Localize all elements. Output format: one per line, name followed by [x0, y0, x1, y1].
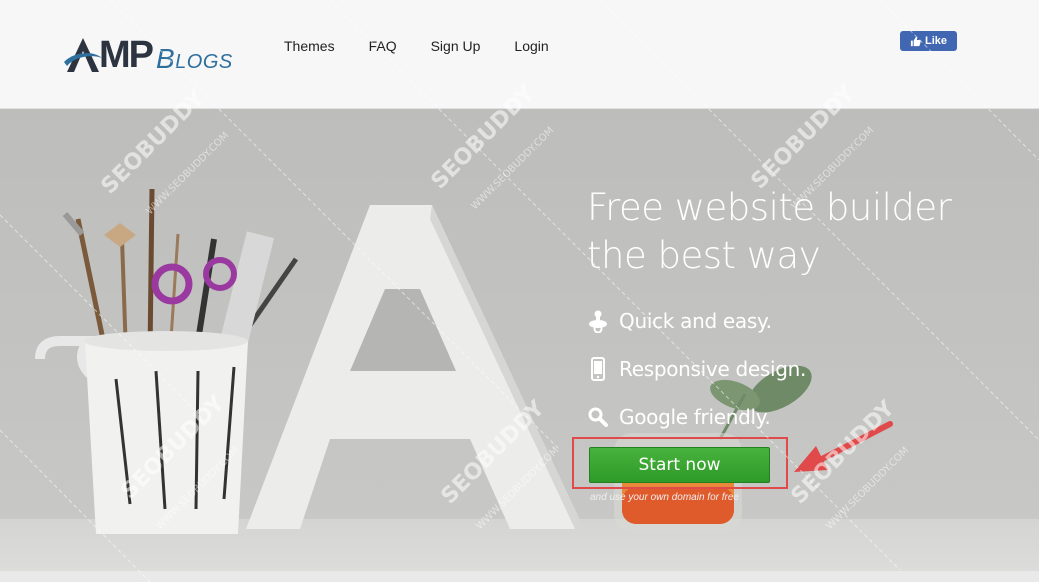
pacifier-icon: [585, 309, 611, 333]
logo-sub-text: Blogs: [156, 43, 233, 74]
wooden-letter-a-illustration: [246, 205, 584, 529]
facebook-like-label: Like: [924, 35, 947, 47]
main-nav: Themes FAQ Sign Up Login: [284, 38, 549, 54]
feature-label: Quick and easy.: [619, 309, 772, 333]
annotation-arrow-icon: [794, 421, 893, 472]
feature-label: Responsive design.: [619, 357, 807, 381]
nav-link-login[interactable]: Login: [514, 38, 548, 54]
feature-label: Google friendly.: [619, 405, 771, 429]
top-navigation-bar: MP Blogs Themes FAQ Sign Up Login Like: [0, 0, 1039, 109]
feature-item-responsive: Responsive design.: [585, 345, 806, 393]
facebook-like-button[interactable]: Like: [900, 31, 957, 51]
headline-line-1: Free website builder: [587, 186, 952, 229]
thumbs-up-icon: [910, 36, 921, 46]
start-now-button[interactable]: Start now: [589, 447, 770, 483]
page-bottom-strip: [0, 571, 1039, 582]
hero-background-photo: [35, 188, 812, 534]
cta-subtext: and use your own domain for free: [590, 492, 739, 503]
logo-main-text: MP: [99, 34, 154, 76]
nav-link-faq[interactable]: FAQ: [369, 38, 397, 54]
nav-link-sign-up[interactable]: Sign Up: [431, 38, 481, 54]
headline-line-2: the best way: [587, 234, 821, 277]
mobile-phone-icon: [585, 357, 611, 381]
hero-headline: Free website builder the best way: [587, 184, 1017, 280]
nav-link-themes[interactable]: Themes: [284, 38, 335, 54]
logo-a-swoosh-icon: [64, 38, 102, 72]
feature-list: Quick and easy. Responsive design. Googl…: [585, 297, 806, 441]
feature-item-google: Google friendly.: [585, 393, 806, 441]
pencil-cup-illustration: [35, 188, 299, 534]
search-icon: [585, 405, 611, 429]
feature-item-quick-easy: Quick and easy.: [585, 297, 806, 345]
ampblogs-logo[interactable]: MP Blogs: [63, 30, 233, 74]
hero-section: Free website builder the best way Quick …: [0, 109, 1039, 571]
